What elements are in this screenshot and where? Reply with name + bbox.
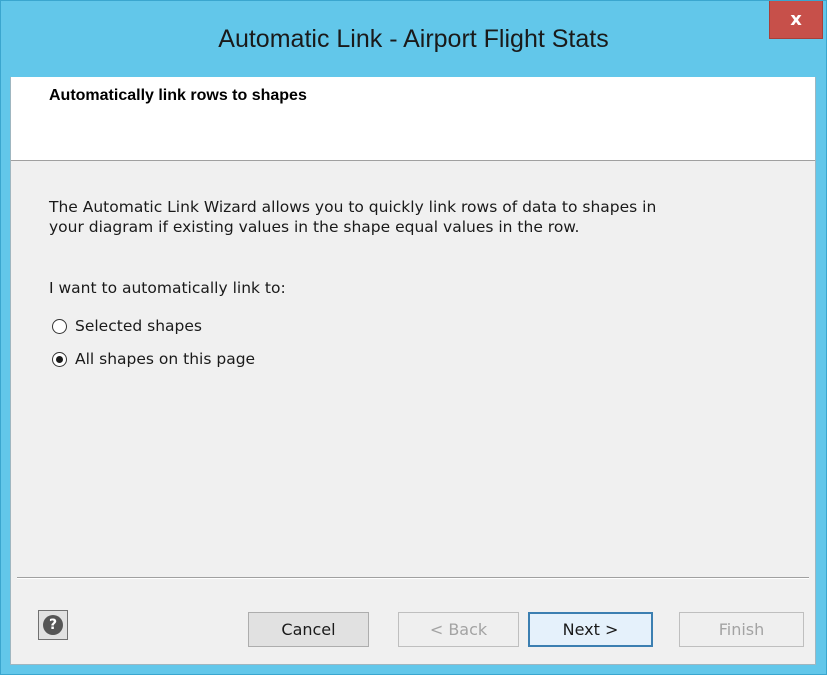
title-bar[interactable]: Automatic Link - Airport Flight Stats x — [1, 1, 826, 77]
link-target-prompt: I want to automatically link to: — [49, 279, 286, 297]
footer-divider — [17, 577, 809, 579]
wizard-header: Automatically link rows to shapes — [11, 77, 815, 161]
close-icon: x — [790, 8, 802, 30]
back-button[interactable]: < Back — [398, 612, 519, 647]
radio-option-all-shapes[interactable]: All shapes on this page — [49, 350, 255, 368]
close-button[interactable]: x — [769, 1, 823, 39]
wizard-description: The Automatic Link Wizard allows you to … — [49, 197, 789, 237]
radio-label-all-shapes[interactable]: All shapes on this page — [75, 350, 255, 368]
dialog-body: Automatically link rows to shapes The Au… — [10, 77, 816, 665]
description-line-1: The Automatic Link Wizard allows you to … — [49, 198, 657, 216]
help-icon: ? — [43, 615, 63, 635]
radio-label-selected-shapes[interactable]: Selected shapes — [75, 317, 202, 335]
radio-button-checked[interactable] — [52, 351, 67, 367]
wizard-step-title: Automatically link rows to shapes — [49, 87, 307, 104]
finish-button[interactable]: Finish — [679, 612, 804, 647]
radio-option-selected-shapes[interactable]: Selected shapes — [49, 317, 202, 335]
wizard-content: The Automatic Link Wizard allows you to … — [49, 197, 789, 368]
dialog-window: Automatic Link - Airport Flight Stats x … — [0, 0, 827, 675]
description-line-2: your diagram if existing values in the s… — [49, 218, 580, 236]
help-button[interactable]: ? — [38, 610, 68, 640]
cancel-button[interactable]: Cancel — [248, 612, 369, 647]
window-title: Automatic Link - Airport Flight Stats — [218, 25, 609, 53]
next-button[interactable]: Next > — [528, 612, 653, 647]
radio-button-unchecked[interactable] — [52, 318, 67, 334]
